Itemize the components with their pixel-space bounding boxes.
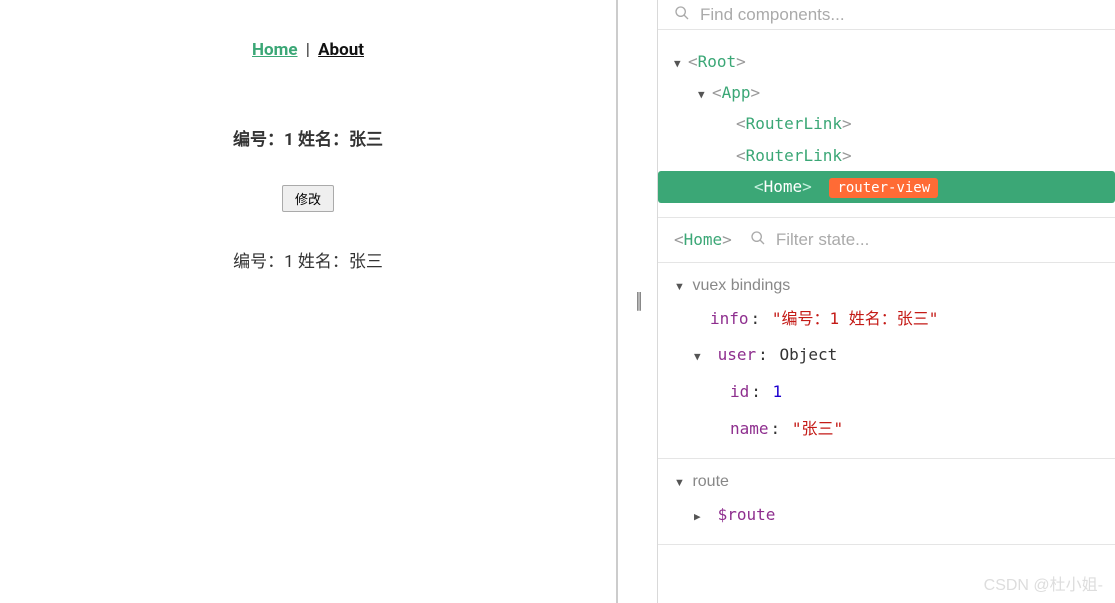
info-line-plain: 编号：1 姓名：张三: [20, 247, 596, 272]
drag-handle-icon: ||: [635, 289, 640, 314]
state-row-id[interactable]: id: 1: [674, 374, 1099, 411]
component-tree: ▼<Root> ▼<App> <RouterLink> <RouterLink>…: [658, 30, 1115, 218]
router-view-badge: router-view: [829, 178, 938, 198]
chevron-down-icon: ▼: [698, 86, 712, 105]
tree-node-routerlink[interactable]: <RouterLink>: [674, 108, 1115, 139]
section-title[interactable]: ▼ vuex bindings: [674, 273, 1099, 301]
state-filter-input[interactable]: [776, 230, 997, 250]
nav-separator: |: [306, 40, 310, 60]
tree-node-app[interactable]: ▼<App>: [674, 77, 1115, 108]
chevron-down-icon: ▼: [674, 477, 688, 489]
modify-button[interactable]: 修改: [282, 185, 334, 212]
route-section: ▼ route ▶ $route: [658, 459, 1115, 545]
state-header: <Home>: [658, 218, 1115, 263]
vuex-bindings-section: ▼ vuex bindings info: "编号：1 姓名：张三" ▼ use…: [658, 263, 1115, 459]
component-search-bar: [658, 0, 1115, 30]
search-icon: [674, 5, 690, 25]
tree-node-root[interactable]: ▼<Root>: [674, 46, 1115, 77]
tree-node-routerlink[interactable]: <RouterLink>: [674, 140, 1115, 171]
chevron-right-icon: ▶: [694, 507, 708, 527]
state-row-info[interactable]: info: "编号：1 姓名：张三": [674, 301, 1099, 338]
panel-splitter[interactable]: ||: [618, 0, 658, 603]
chevron-down-icon: ▼: [674, 281, 688, 293]
search-icon: [750, 230, 766, 250]
nav-home-link[interactable]: Home: [252, 40, 298, 60]
state-row-route[interactable]: ▶ $route: [674, 497, 1099, 534]
chevron-down-icon: ▼: [694, 347, 708, 367]
tree-node-home-selected[interactable]: <Home> router-view: [658, 171, 1115, 203]
nav-bar: Home | About: [20, 10, 596, 70]
state-row-name[interactable]: name: "张三": [674, 411, 1099, 448]
component-search-input[interactable]: [700, 5, 1099, 25]
info-line-bold: 编号：1 姓名：张三: [20, 125, 596, 150]
state-row-user[interactable]: ▼ user: Object: [674, 337, 1099, 374]
app-preview: Home | About 编号：1 姓名：张三 修改 编号：1 姓名：张三: [0, 0, 618, 603]
nav-about-link[interactable]: About: [318, 40, 364, 60]
selected-component-name: <Home>: [674, 230, 732, 249]
chevron-down-icon: ▼: [674, 55, 688, 74]
devtools-panel: ▼<Root> ▼<App> <RouterLink> <RouterLink>…: [658, 0, 1115, 603]
section-title[interactable]: ▼ route: [674, 469, 1099, 497]
